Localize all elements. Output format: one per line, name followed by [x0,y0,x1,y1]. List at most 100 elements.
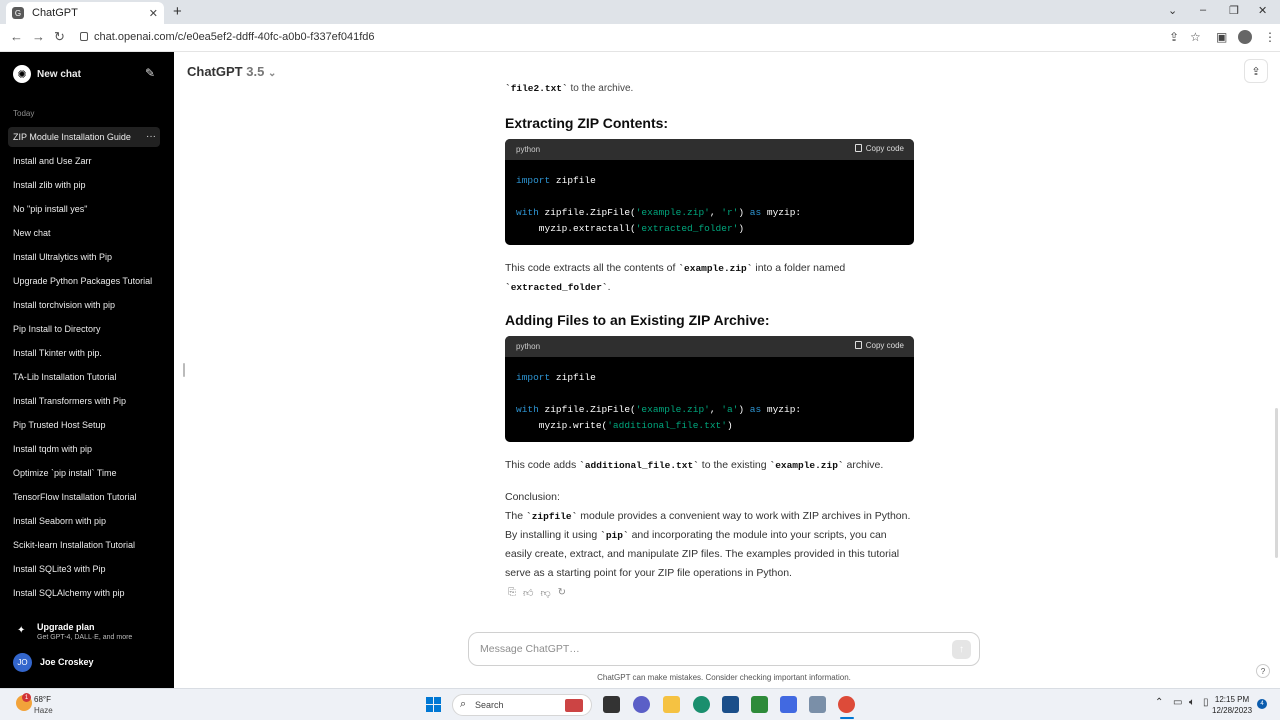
notification-badge[interactable]: 4 [1257,699,1267,709]
sidebar-chat-item[interactable]: Install tqdm with pip [8,439,160,459]
bookmark-star-icon[interactable]: ☆ [1190,30,1201,44]
message-input[interactable]: Message ChatGPT… ↑ [468,632,980,666]
text: to the existing [698,459,770,471]
regenerate-icon[interactable]: ↻ [558,587,566,599]
file-explorer-icon[interactable] [663,696,680,713]
sidebar-chat-item[interactable]: Scikit-learn Installation Tutorial [8,535,160,555]
sidebar-chat-item[interactable]: Install Transformers with Pip [8,391,160,411]
share-chat-button[interactable]: ⇪ [1244,59,1268,83]
share-page-icon[interactable]: ⇪ [1169,30,1179,44]
tab-search-icon[interactable]: ⌄ [1168,4,1177,17]
sidebar-chat-item[interactable]: Install Seaborn with pip [8,511,160,531]
sidebar-chat-item[interactable]: Upgrade Python Packages Tutorial [8,271,160,291]
active-app-indicator [840,717,854,719]
sidebar-chat-item[interactable]: Install and Use Zarr [8,151,160,171]
new-tab-button[interactable]: + [173,3,182,20]
new-chat-button[interactable]: ✺ New chat ✎ [13,64,161,84]
code-body: import zipfile with zipfile.ZipFile('exa… [505,160,914,245]
code-text: , [709,207,722,218]
arrow-up-icon: ↑ [959,644,964,655]
code-keyword: with [516,207,539,218]
minimize-icon[interactable]: – [1200,4,1206,16]
teams-chat-icon[interactable] [633,696,650,713]
scrollbar[interactable] [1275,408,1278,558]
system-clock[interactable]: 12:15 PM 12/28/2023 [1212,694,1252,716]
sidebar-chat-item[interactable]: Pip Trusted Host Setup [8,415,160,435]
thumbs-up-icon[interactable]: 👍︎ [523,587,533,599]
sidebar-chat-item[interactable]: No "pip install yes" [8,199,160,219]
sidebar-chat-item[interactable]: ZIP Module Installation Guide [8,127,160,147]
reload-icon[interactable]: ↻ [54,29,65,45]
photos-icon[interactable] [809,696,826,713]
browser-menu-icon[interactable]: ⋮ [1264,30,1276,44]
window-close-icon[interactable]: ✕ [1258,4,1267,17]
forward-arrow-icon[interactable]: → [32,29,45,44]
weather-condition[interactable]: Haze [34,706,53,715]
text: The [505,510,527,522]
send-button[interactable]: ↑ [952,640,971,659]
sidebar-chat-item[interactable]: Optimize `pip install` Time [8,463,160,483]
lock-icon[interactable] [80,32,88,41]
code-string: 'additional_file.txt' [607,420,727,431]
upgrade-plan-button[interactable]: ✦ Upgrade plan Get GPT-4, DALL·E, and mo… [13,622,163,646]
back-arrow-icon[interactable]: ← [10,29,23,44]
task-view-icon[interactable] [603,696,620,713]
code-string: 'a' [721,404,739,415]
inline-code: `additional_file.txt` [579,460,699,471]
copy-code-button[interactable]: Copy code [854,144,904,153]
profile-avatar-icon[interactable] [1238,30,1252,44]
heading-add: Adding Files to an Existing ZIP Archive: [505,312,770,328]
sidebar-chat-item[interactable]: Install Ultralytics with Pip [8,247,160,267]
tab-close-icon[interactable]: ✕ [149,7,158,20]
new-chat-label: New chat [37,68,81,80]
help-button[interactable]: ? [1256,664,1270,678]
tray-chevron-up-icon[interactable]: ⌃ [1155,697,1163,708]
chat-options-icon[interactable]: ··· [146,131,156,142]
battery-icon[interactable]: ▯ [1203,697,1209,708]
side-panel-icon[interactable]: ▣ [1216,30,1227,44]
network-icon[interactable]: ▭ [1173,697,1182,708]
store-icon[interactable] [722,696,739,713]
heading-extract: Extracting ZIP Contents: [505,115,669,131]
sidebar-toggle-handle[interactable] [183,363,185,377]
compose-icon[interactable]: ✎ [145,66,155,80]
vscode-icon[interactable] [780,696,797,713]
sidebar-chat-item[interactable]: Install SQLAlchemy with pip [8,583,160,603]
weather-temp[interactable]: 68°F [34,695,51,704]
sidebar-chat-item[interactable]: TA-Lib Installation Tutorial [8,367,160,387]
volume-icon[interactable]: 🔈︎ [1189,697,1195,708]
sidebar-chat-item[interactable]: Install zlib with pip [8,175,160,195]
copy-code-button[interactable]: Copy code [854,341,904,350]
url-field[interactable]: chat.openai.com/c/e0ea5ef2-ddff-40fc-a0b… [94,31,375,43]
sidebar-chat-item[interactable]: Install torchvision with pip [8,295,160,315]
edge-browser-icon[interactable] [693,696,710,713]
model-selector[interactable]: ChatGPT 3.5 ⌄ [187,64,276,79]
message-placeholder: Message ChatGPT… [480,643,580,655]
code-body: import zipfile with zipfile.ZipFile('exa… [505,357,914,442]
clipboard-icon [854,144,862,152]
code-line: with zipfile.ZipFile('example.zip', 'r')… [516,205,903,221]
start-button[interactable] [426,697,441,712]
editor-app-icon[interactable] [751,696,768,713]
thumbs-down-icon[interactable]: 👎︎ [540,587,550,599]
disclaimer-text: ChatGPT can make mistakes. Consider chec… [597,673,851,682]
sidebar-chat-item[interactable]: Install Tkinter with pip. [8,343,160,363]
code-string: 'extracted_folder' [635,223,739,234]
upgrade-subtitle: Get GPT-4, DALL·E, and more [37,634,133,641]
search-icon: ⌕ [460,698,467,710]
user-menu-button[interactable]: JO Joe Croskey [13,652,94,672]
chrome-icon[interactable] [838,696,855,713]
code-line: with zipfile.ZipFile('example.zip', 'a')… [516,402,903,418]
sidebar-chat-item[interactable]: Pip Install to Directory [8,319,160,339]
code-keyword: with [516,404,539,415]
browser-tab[interactable]: G ChatGPT ✕ [6,2,164,24]
sidebar-chat-item[interactable]: New chat [8,223,160,243]
sidebar-chat-item[interactable]: Install SQLite3 with Pip [8,559,160,579]
user-name: Joe Croskey [40,657,94,667]
sidebar-chat-item[interactable]: TensorFlow Installation Tutorial [8,487,160,507]
taskbar-search[interactable]: ⌕ Search [452,694,592,716]
copy-icon[interactable]: ⎘ [508,587,516,599]
maximize-icon[interactable]: ❐ [1229,4,1239,17]
text: archive. [843,459,884,471]
